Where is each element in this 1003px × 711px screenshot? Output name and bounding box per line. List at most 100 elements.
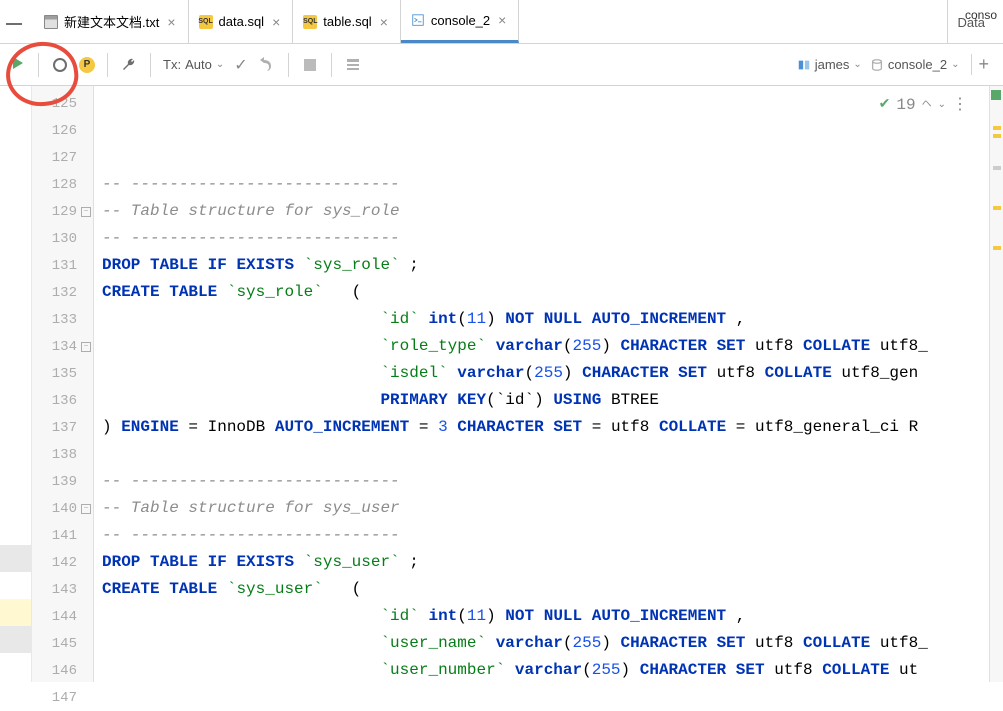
wrench-icon[interactable] [120,56,138,74]
code-line[interactable]: `isdel` varchar(255) CHARACTER SET utf8 … [102,360,989,387]
code-line[interactable]: -- Table structure for sys_user [102,495,989,522]
line-number[interactable]: 135 [32,360,93,387]
check-icon: ✔ [879,92,891,119]
run-button[interactable] [10,55,26,74]
left-margin [0,86,32,682]
datasource-label: james [815,57,850,72]
inspection-widget[interactable]: ✔ 19 ヘ ⌄ ⋮ [879,92,969,119]
code-line[interactable]: -- Table structure for sys_role [102,198,989,225]
schema-label: console_2 [888,57,947,72]
code-line[interactable] [102,441,989,468]
code-line[interactable]: `id` int(11) NOT NULL AUTO_INCREMENT , [102,603,989,630]
datasource-dropdown[interactable]: james ⌄ [797,57,862,72]
line-number[interactable]: 129− [32,198,93,225]
code-line[interactable]: ) ENGINE = InnoDB AUTO_INCREMENT = 3 CHA… [102,414,989,441]
down-icon[interactable]: ⌄ [938,92,946,119]
chevron-down-icon: ⌄ [951,59,959,70]
sql-file-icon: SQL [303,15,317,29]
close-icon[interactable]: × [496,12,508,28]
line-number[interactable]: 132 [32,279,93,306]
tabs-container: 新建文本文档.txt×SQLdata.sql×SQLtable.sql×cons… [34,0,519,43]
more-icon[interactable]: ⋮ [952,92,969,119]
line-number[interactable]: 126 [32,117,93,144]
rollback-icon[interactable] [258,56,276,74]
line-number[interactable]: 142 [32,549,93,576]
history-icon[interactable] [51,56,69,74]
code-line[interactable]: CREATE TABLE `sys_role` ( [102,279,989,306]
tab-console_2[interactable]: console_2 × [401,0,519,43]
tab-bar: 新建文本文档.txt×SQLdata.sql×SQLtable.sql×cons… [0,0,1003,44]
schema-dropdown[interactable]: console_2 ⌄ [870,57,960,72]
line-number[interactable]: 128 [32,171,93,198]
status-indicator [991,90,1001,100]
add-button[interactable]: + [971,54,995,75]
code-line[interactable]: -- ---------------------------- [102,225,989,252]
line-number[interactable]: 145 [32,630,93,657]
code-editor[interactable]: ✔ 19 ヘ ⌄ ⋮ -- --------------------------… [94,86,989,682]
line-number[interactable]: 141 [32,522,93,549]
chevron-down-icon: ⌄ [216,59,224,70]
minimize-icon[interactable] [6,23,22,25]
line-number[interactable]: 131 [32,252,93,279]
separator [38,53,39,77]
line-number[interactable]: 136 [32,387,93,414]
tab-label: data.sql [219,14,265,29]
tab--txt[interactable]: 新建文本文档.txt × [34,0,189,43]
marker[interactable] [993,206,1001,210]
line-number[interactable]: 138 [32,441,93,468]
line-gutter: 125126127128129−130131132133134−13513613… [32,86,94,682]
error-stripe[interactable] [989,86,1003,682]
show-plan-icon[interactable]: P [79,57,95,73]
line-number[interactable]: 134− [32,333,93,360]
separator [288,53,289,77]
problems-count: 19 [896,92,915,119]
close-icon[interactable]: × [378,14,390,30]
marker[interactable] [993,166,1001,170]
commit-icon[interactable]: ✓ [234,55,247,75]
tab-table-sql[interactable]: SQLtable.sql× [293,0,401,43]
fold-icon[interactable]: − [81,504,91,514]
code-line[interactable]: -- ---------------------------- [102,171,989,198]
tab-label: console_2 [431,13,490,28]
line-number[interactable]: 143 [32,576,93,603]
close-icon[interactable]: × [165,14,177,30]
code-line[interactable]: -- ---------------------------- [102,522,989,549]
code-line[interactable]: PRIMARY KEY(`id`) USING BTREE [102,387,989,414]
chevron-down-icon: ⌄ [853,59,861,70]
code-line[interactable]: CREATE TABLE `sys_user` ( [102,576,989,603]
line-number[interactable]: 130 [32,225,93,252]
fold-icon[interactable]: − [81,342,91,352]
line-number[interactable]: 125 [32,90,93,117]
tx-mode-dropdown[interactable]: Tx: Auto ⌄ [163,57,224,72]
separator [331,53,332,77]
right-panel-label[interactable]: Data [947,0,995,44]
line-number[interactable]: 127 [32,144,93,171]
sql-file-icon: SQL [199,15,213,29]
up-icon[interactable]: ヘ [922,92,932,119]
code-line[interactable]: DROP TABLE IF EXISTS `sys_user` ; [102,549,989,576]
view-settings-icon[interactable] [344,56,362,74]
code-line[interactable]: `role_type` varchar(255) CHARACTER SET u… [102,333,989,360]
line-number[interactable]: 147 [32,684,93,711]
code-line[interactable]: `user_name` varchar(255) CHARACTER SET u… [102,630,989,657]
line-number[interactable]: 140− [32,495,93,522]
marker[interactable] [993,134,1001,138]
line-number[interactable]: 139 [32,468,93,495]
line-number[interactable]: 144 [32,603,93,630]
line-number[interactable]: 146 [32,657,93,684]
line-number[interactable]: 137 [32,414,93,441]
close-icon[interactable]: × [270,14,282,30]
code-line[interactable]: `user_number` varchar(255) CHARACTER SET… [102,657,989,682]
code-line[interactable]: DROP TABLE IF EXISTS `sys_role` ; [102,252,989,279]
fold-icon[interactable]: − [81,207,91,217]
stop-icon[interactable] [301,56,319,74]
line-number[interactable]: 133 [32,306,93,333]
marker[interactable] [993,246,1001,250]
tab-label: 新建文本文档.txt [64,12,159,31]
marker[interactable] [993,126,1001,130]
editor-toolbar: P Tx: Auto ⌄ ✓ james ⌄ console_2 ⌄ + [0,44,1003,86]
code-line[interactable]: -- ---------------------------- [102,468,989,495]
tx-label: Tx: [163,57,181,72]
code-line[interactable]: `id` int(11) NOT NULL AUTO_INCREMENT , [102,306,989,333]
tab-data-sql[interactable]: SQL data.sql × [189,0,294,43]
